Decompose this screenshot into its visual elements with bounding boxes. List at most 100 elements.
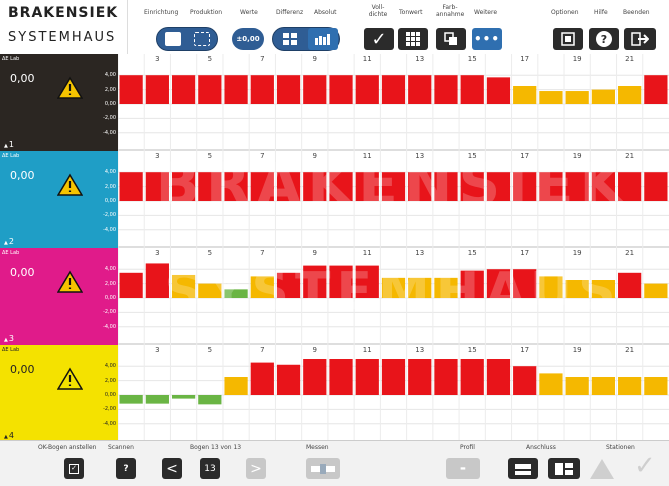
menu-produktion[interactable]: Produktion bbox=[190, 9, 222, 16]
zone-bar[interactable] bbox=[539, 373, 563, 395]
zone-bar[interactable] bbox=[618, 377, 642, 395]
zone-bar[interactable] bbox=[618, 272, 642, 298]
zone-bar[interactable] bbox=[224, 75, 248, 104]
zone-bar[interactable] bbox=[434, 75, 458, 104]
beenden-button[interactable] bbox=[624, 28, 656, 50]
zone-bar[interactable] bbox=[513, 269, 537, 298]
zone-bar[interactable] bbox=[276, 364, 301, 395]
zone-bar[interactable] bbox=[565, 91, 589, 104]
zone-bar[interactable] bbox=[198, 395, 222, 405]
zone-bar[interactable] bbox=[591, 89, 616, 104]
hilfe-button[interactable]: ? bbox=[589, 28, 619, 50]
differenz-button[interactable] bbox=[276, 28, 304, 50]
menu-weitere[interactable]: Weitere bbox=[474, 9, 497, 16]
zone-bar[interactable] bbox=[434, 277, 458, 298]
zone-bar[interactable] bbox=[381, 75, 406, 104]
bogen-counter-button[interactable]: 13 bbox=[200, 458, 220, 479]
zone-bar[interactable] bbox=[408, 359, 432, 395]
zone-bar[interactable] bbox=[381, 277, 406, 298]
zone-bar[interactable] bbox=[119, 395, 143, 404]
zone-bar[interactable] bbox=[198, 75, 222, 104]
zone-bar[interactable] bbox=[303, 359, 327, 395]
zone-bar[interactable] bbox=[486, 359, 511, 395]
zone-bar[interactable] bbox=[276, 272, 301, 298]
zone-bar[interactable] bbox=[355, 359, 379, 395]
zone-bar[interactable] bbox=[355, 265, 379, 298]
zone-bar[interactable] bbox=[224, 172, 248, 201]
zone-bar[interactable] bbox=[145, 172, 169, 201]
zone-bar[interactable] bbox=[644, 283, 668, 298]
zone-bar[interactable] bbox=[119, 75, 143, 104]
profil-button[interactable]: ▬ bbox=[446, 458, 480, 479]
zone-bar[interactable] bbox=[276, 172, 301, 201]
zone-bar[interactable] bbox=[145, 75, 169, 104]
zone-bar[interactable] bbox=[171, 172, 196, 201]
zone-bar[interactable] bbox=[171, 75, 196, 104]
zone-bar[interactable] bbox=[539, 172, 563, 201]
zone-bar[interactable] bbox=[618, 172, 642, 201]
zone-bar[interactable] bbox=[276, 75, 301, 104]
menu-beenden[interactable]: Beenden bbox=[623, 9, 650, 16]
zone-bar[interactable] bbox=[434, 359, 458, 395]
produktion-button[interactable] bbox=[189, 28, 215, 50]
zone-bar[interactable] bbox=[539, 91, 563, 104]
zone-bar[interactable] bbox=[565, 280, 589, 298]
zone-bar[interactable] bbox=[460, 172, 484, 201]
einrichtung-button[interactable] bbox=[160, 28, 186, 50]
color-panel-2[interactable]: ΔE Lab 0,00 4,00 2,00 0,00 -2,00 -4,00 2 bbox=[0, 151, 118, 248]
menu-absolut[interactable]: Absolut bbox=[314, 9, 337, 16]
zone-bar[interactable] bbox=[460, 270, 484, 298]
zone-bar[interactable] bbox=[171, 395, 196, 399]
menu-differenz[interactable]: Differenz bbox=[276, 9, 303, 16]
zone-bar[interactable] bbox=[513, 172, 537, 201]
zone-bar[interactable] bbox=[250, 362, 274, 395]
zone-bar[interactable] bbox=[198, 172, 222, 201]
zone-bar[interactable] bbox=[250, 75, 274, 104]
zone-bar[interactable] bbox=[329, 172, 353, 201]
zone-bar[interactable] bbox=[381, 359, 406, 395]
ok-bogen-button[interactable]: ✓ bbox=[64, 458, 84, 479]
zone-bar[interactable] bbox=[119, 272, 143, 298]
messen-button[interactable] bbox=[306, 458, 340, 479]
zone-bar[interactable] bbox=[303, 265, 327, 298]
absolut-button[interactable] bbox=[308, 28, 338, 50]
zone-bar[interactable] bbox=[408, 277, 432, 298]
zone-bar[interactable] bbox=[250, 172, 274, 201]
zone-bar[interactable] bbox=[644, 75, 668, 104]
menu-farbannahme[interactable]: Farb- annahme bbox=[436, 4, 464, 18]
menu-volldichte[interactable]: Voll- dichte bbox=[366, 4, 390, 18]
zone-bar[interactable] bbox=[145, 263, 169, 298]
zone-bar[interactable] bbox=[329, 359, 353, 395]
menu-werte[interactable]: Werte bbox=[240, 9, 258, 16]
zone-bar[interactable] bbox=[565, 172, 589, 201]
zone-bar[interactable] bbox=[381, 172, 406, 201]
anschluss-button[interactable] bbox=[508, 458, 538, 479]
stationen-button[interactable] bbox=[548, 458, 580, 479]
menu-hilfe[interactable]: Hilfe bbox=[594, 9, 608, 16]
values-button[interactable]: ±0,00 bbox=[232, 28, 264, 50]
color-panel-1[interactable]: ΔE Lab 0,00 4,00 2,00 0,00 -2,00 -4,00 1 bbox=[0, 54, 118, 151]
zone-bar[interactable] bbox=[460, 359, 484, 395]
color-panel-4[interactable]: ΔE Lab 0,00 4,00 2,00 0,00 -2,00 -4,00 4 bbox=[0, 345, 118, 442]
zone-bar[interactable] bbox=[171, 274, 196, 298]
optionen-button[interactable] bbox=[553, 28, 583, 50]
zone-bar[interactable] bbox=[408, 172, 432, 201]
zone-bar[interactable] bbox=[644, 172, 668, 201]
zone-bar[interactable] bbox=[408, 75, 432, 104]
menu-tonwert[interactable]: Tonwert bbox=[399, 9, 423, 16]
zone-bar[interactable] bbox=[145, 395, 169, 404]
next-bogen-button[interactable]: > bbox=[246, 458, 266, 479]
zone-bar[interactable] bbox=[224, 289, 248, 298]
zone-bar[interactable] bbox=[591, 172, 616, 201]
zone-bar[interactable] bbox=[539, 276, 563, 298]
zone-bar[interactable] bbox=[250, 276, 274, 298]
zone-bar[interactable] bbox=[355, 75, 379, 104]
zone-bar[interactable] bbox=[618, 86, 642, 104]
zone-bar[interactable] bbox=[591, 280, 616, 298]
farbannahme-button[interactable] bbox=[436, 28, 466, 50]
zone-bar[interactable] bbox=[513, 366, 537, 395]
zone-bar[interactable] bbox=[486, 269, 511, 298]
zone-bar[interactable] bbox=[460, 75, 484, 104]
zone-bar[interactable] bbox=[513, 86, 537, 104]
menu-optionen[interactable]: Optionen bbox=[551, 9, 579, 16]
